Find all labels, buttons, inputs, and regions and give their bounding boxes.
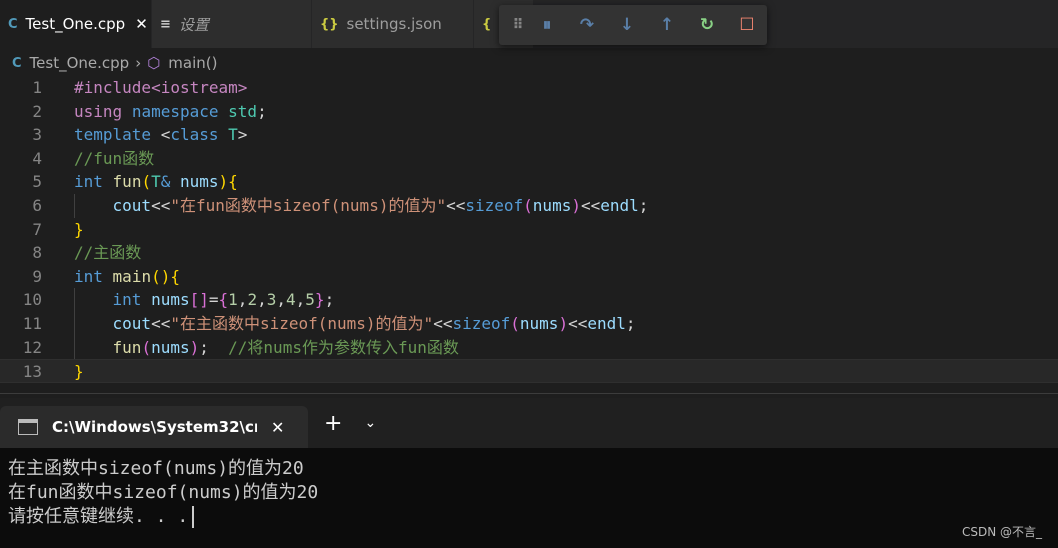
code-line: 11 cout<<"在主函数中sizeof(nums)的值为"<<sizeof(… bbox=[0, 311, 1058, 336]
settings-list-icon: ≡ bbox=[160, 16, 171, 32]
restart-icon[interactable]: ↻ bbox=[687, 5, 727, 45]
step-out-icon[interactable]: ↑ bbox=[647, 5, 687, 45]
new-tab-plus-icon[interactable]: + bbox=[324, 411, 342, 436]
terminal-prompt-text: 请按任意键继续. . . bbox=[8, 506, 189, 527]
step-into-icon[interactable]: ↓ bbox=[607, 5, 647, 45]
code-line: 2 using namespace std; bbox=[32, 101, 267, 121]
terminal-tab-cmd[interactable]: C:\Windows\System32\cmd.e ✕ bbox=[0, 406, 308, 448]
step-over-icon[interactable]: ↷ bbox=[567, 5, 607, 45]
tab-settings-ui[interactable]: ≡ 设置 bbox=[152, 0, 312, 48]
tab-test-one-cpp[interactable]: C Test_One.cpp ✕ bbox=[0, 0, 152, 48]
code-line: 5 int fun(T& nums){ bbox=[32, 172, 238, 192]
tab-label: settings.json bbox=[346, 15, 442, 33]
drag-grip-icon[interactable]: ⠿ bbox=[507, 5, 527, 45]
tab-settings-json[interactable]: {} settings.json bbox=[312, 0, 474, 48]
tab-label: Test_One.cpp bbox=[25, 15, 126, 33]
terminal-tab-bar: C:\Windows\System32\cmd.e ✕ + ⌄ bbox=[0, 398, 1058, 448]
code-line: 12 fun(nums); //将nums作为参数传入fun函数 bbox=[0, 335, 1058, 360]
csdn-watermark: CSDN @不言_ bbox=[961, 525, 1042, 539]
code-line: 1 #include<iostream> bbox=[32, 78, 248, 97]
symbol-cube-icon: ⬡ bbox=[147, 54, 161, 72]
close-icon[interactable]: ✕ bbox=[271, 418, 284, 437]
terminal-line: 在主函数中sizeof(nums)的值为20 bbox=[8, 458, 304, 479]
chevron-down-icon[interactable]: ⌄ bbox=[364, 415, 376, 431]
close-icon[interactable]: ✕ bbox=[135, 15, 148, 33]
terminal-line: 在fun函数中sizeof(nums)的值为20 bbox=[8, 482, 319, 503]
breadcrumb-separator: › bbox=[135, 54, 142, 72]
cpp-file-icon: C bbox=[8, 16, 18, 32]
terminal-output[interactable]: 在主函数中sizeof(nums)的值为20 在fun函数中sizeof(num… bbox=[0, 448, 1058, 548]
debug-toolbar: ⠿ ⏸ ↷ ↓ ↑ ↻ ☐ bbox=[499, 5, 767, 45]
code-line: 4//fun函数 bbox=[32, 148, 155, 168]
json-braces-icon: {} bbox=[320, 16, 339, 32]
cmd-window-icon bbox=[18, 419, 38, 435]
cpp-file-icon: C bbox=[12, 55, 22, 71]
code-line: 7} bbox=[32, 219, 84, 239]
terminal-line-prompt: 请按任意键继续. . . bbox=[8, 505, 1058, 529]
code-line: 10 int nums[]={1,2,3,4,5}; bbox=[0, 288, 1058, 312]
code-line-current: 13} bbox=[0, 359, 1058, 383]
pause-icon[interactable]: ⏸ bbox=[527, 5, 567, 45]
code-line: 9 int main(){ bbox=[32, 266, 180, 286]
text-cursor bbox=[192, 506, 195, 528]
breadcrumb-symbol[interactable]: main() bbox=[168, 54, 217, 72]
editor-horizontal-scrollbar[interactable] bbox=[0, 384, 1058, 394]
code-line: 3 template <class T> bbox=[32, 125, 248, 145]
json-braces-icon: { bbox=[482, 16, 492, 32]
stop-icon[interactable]: ☐ bbox=[727, 5, 767, 45]
code-editor[interactable]: 1 #include<iostream> 2 using namespace std… bbox=[0, 76, 1058, 386]
breadcrumb-file[interactable]: Test_One.cpp bbox=[30, 54, 130, 72]
code-line: 6 cout<<"在fun函数中sizeof(nums)的值为"<<sizeof… bbox=[0, 193, 1058, 218]
code-line: 8//主函数 bbox=[32, 243, 142, 263]
terminal-tab-title: C:\Windows\System32\cmd.e bbox=[52, 418, 257, 436]
breadcrumb: C Test_One.cpp › ⬡ main() bbox=[0, 48, 1058, 78]
tab-label: 设置 bbox=[178, 15, 209, 34]
